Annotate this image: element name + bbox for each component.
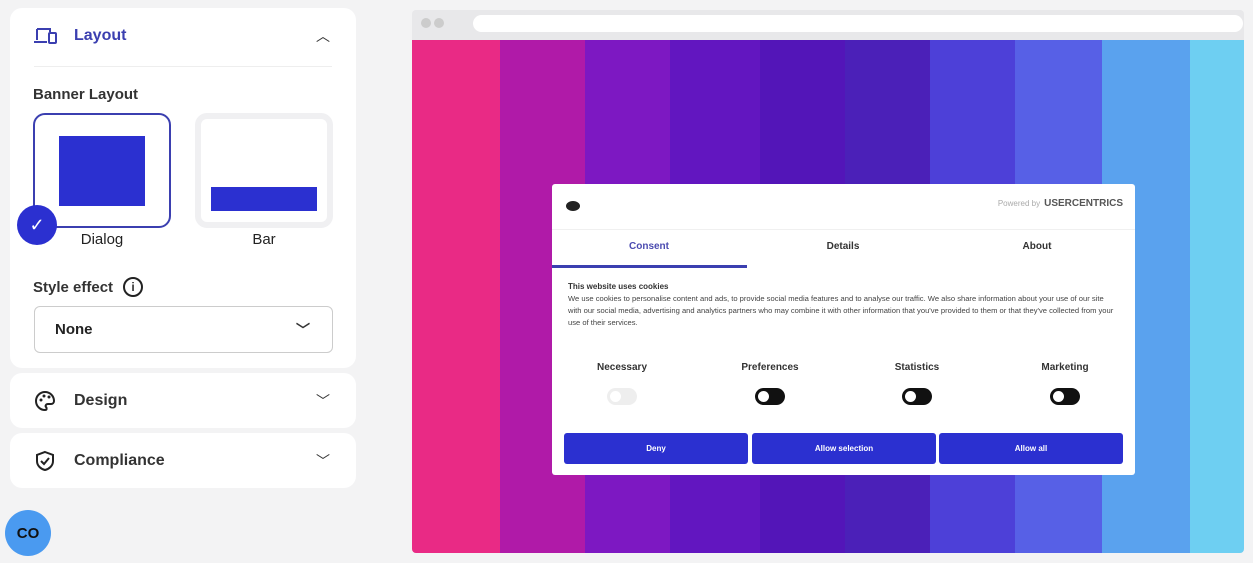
chevron-down-icon: ﹀	[316, 393, 330, 409]
layout-panel: Layout ︿ Banner Layout ✓ Dialog Bar Styl…	[10, 8, 356, 368]
necessary-toggle	[607, 388, 637, 405]
bar-label: Bar	[252, 231, 276, 248]
tab-consent[interactable]: Consent	[552, 241, 746, 252]
chevron-down-icon: ﹀	[316, 453, 330, 469]
deny-button[interactable]: Deny	[564, 433, 748, 464]
consent-dialog: Powered by USERCENTRICS Consent Details …	[552, 184, 1135, 475]
design-title: Design	[74, 392, 128, 409]
cookie-body: We use cookies to personalise content an…	[568, 294, 1114, 327]
window-dot	[421, 18, 431, 28]
dialog-label: Dialog	[80, 231, 124, 248]
banner-layout-label: Banner Layout	[33, 86, 139, 103]
style-effect-select[interactable]: None ﹀	[34, 306, 333, 353]
marketing-toggle[interactable]	[1050, 388, 1080, 405]
category-statistics: Statistics	[894, 362, 940, 373]
chevron-down-icon: ﹀	[296, 321, 310, 338]
preferences-toggle[interactable]	[755, 388, 785, 405]
design-panel[interactable]: Design ﹀	[10, 373, 356, 428]
style-effect-label: Style effect	[33, 278, 114, 296]
powered-by: Powered by	[997, 199, 1041, 208]
category-marketing: Marketing	[1041, 362, 1089, 373]
info-icon[interactable]: i	[123, 277, 144, 297]
layout-title: Layout	[74, 27, 127, 44]
shield-check-icon	[34, 450, 60, 472]
layout-option-bar[interactable]	[195, 113, 333, 228]
chat-launcher-button[interactable]: CO	[5, 510, 51, 556]
divider	[34, 66, 332, 67]
devices-icon	[34, 27, 60, 45]
cookie-heading: This website uses cookies	[568, 282, 669, 291]
compliance-panel[interactable]: Compliance ﹀	[10, 433, 356, 488]
tab-details[interactable]: Details	[746, 241, 940, 252]
usercentrics-logo: USERCENTRICS	[1044, 198, 1123, 209]
compliance-title: Compliance	[74, 452, 165, 469]
palette-icon	[34, 390, 60, 412]
tab-about[interactable]: About	[940, 241, 1134, 252]
allow-all-button[interactable]: Allow all	[939, 433, 1123, 464]
category-necessary: Necessary	[596, 362, 648, 373]
logo-icon	[566, 201, 580, 211]
category-preferences: Preferences	[741, 362, 799, 373]
address-bar	[473, 15, 1243, 32]
window-dot	[434, 18, 444, 28]
active-tab-indicator	[552, 265, 747, 268]
statistics-toggle[interactable]	[902, 388, 932, 405]
style-effect-value: None	[55, 321, 93, 338]
layout-header[interactable]: Layout ︿	[10, 8, 356, 64]
chevron-up-icon[interactable]: ︿	[314, 26, 332, 46]
layout-option-dialog[interactable]	[33, 113, 171, 228]
allow-selection-button[interactable]: Allow selection	[752, 433, 936, 464]
